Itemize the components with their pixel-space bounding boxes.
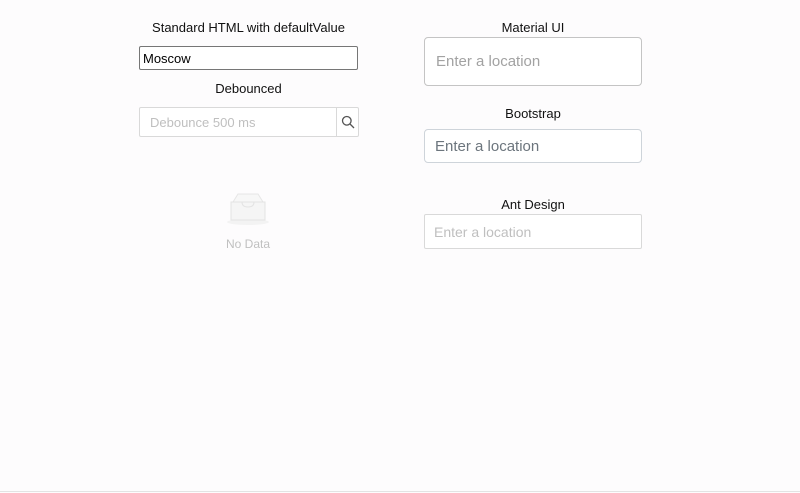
inbox-icon: [227, 193, 269, 225]
empty-text: No Data: [225, 237, 271, 251]
bootstrap-label: Bootstrap: [505, 106, 561, 121]
bootstrap-location-input[interactable]: [424, 129, 642, 163]
debounced-search: [139, 107, 359, 137]
debounced-input[interactable]: [140, 108, 336, 136]
debounced-label: Debounced: [215, 81, 282, 96]
ant-label: Ant Design: [501, 197, 565, 212]
divider: [0, 491, 800, 492]
material-label: Material UI: [501, 20, 565, 35]
material-location-input[interactable]: [424, 37, 642, 86]
ant-location-input[interactable]: [424, 214, 642, 249]
search-button[interactable]: [336, 108, 358, 136]
search-icon: [341, 115, 354, 129]
standard-location-input[interactable]: [139, 46, 358, 70]
empty-state: No Data: [208, 190, 288, 251]
standard-label: Standard HTML with defaultValue: [152, 20, 345, 35]
